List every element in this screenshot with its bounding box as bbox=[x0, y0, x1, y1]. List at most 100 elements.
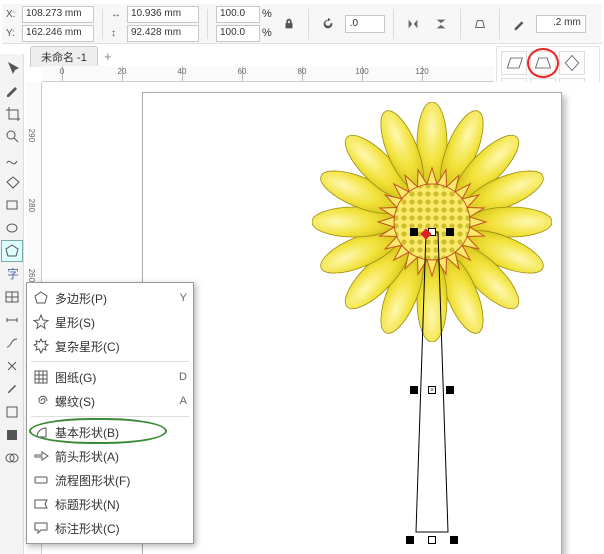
height-icon: ↕ bbox=[111, 28, 125, 39]
tool-shape-edit-1[interactable] bbox=[1, 79, 23, 101]
tool-zoom-3[interactable] bbox=[1, 125, 23, 147]
handle-mr[interactable] bbox=[446, 386, 454, 394]
handle-tl[interactable] bbox=[410, 228, 418, 236]
y-label: Y: bbox=[6, 28, 20, 39]
tool-outline-15[interactable] bbox=[1, 401, 23, 423]
tool-freehand-4[interactable] bbox=[1, 148, 23, 170]
outline-pen-icon[interactable] bbox=[508, 13, 530, 35]
menu-cstar[interactable]: 复杂星形(C) bbox=[27, 334, 193, 358]
handle-center[interactable]: × bbox=[428, 386, 436, 394]
menu-grid[interactable]: 图纸(G)D bbox=[27, 365, 193, 389]
mirror-v-button[interactable] bbox=[430, 13, 452, 35]
width-field[interactable]: 10.936 mm bbox=[127, 6, 199, 23]
tool-fill-16[interactable] bbox=[1, 424, 23, 446]
menu-label: 流程图形状(F) bbox=[55, 472, 165, 489]
handle-tr[interactable] bbox=[446, 228, 454, 236]
menu-label: 标题形状(N) bbox=[55, 496, 165, 513]
star-icon bbox=[33, 314, 49, 330]
shape-diamond[interactable] bbox=[559, 51, 585, 75]
y-field[interactable]: 162.246 mm bbox=[22, 25, 94, 42]
x-field[interactable]: 108.273 mm bbox=[22, 6, 94, 23]
height-field[interactable]: 92.428 mm bbox=[127, 25, 199, 42]
rotate-icon bbox=[317, 13, 339, 35]
outline-width-field[interactable]: .2 mm bbox=[536, 15, 586, 33]
width-icon: ↔ bbox=[111, 9, 125, 20]
h-tick: 40 bbox=[178, 67, 187, 76]
basic-icon bbox=[33, 424, 49, 440]
h-tick: 80 bbox=[298, 67, 307, 76]
menu-star[interactable]: 星形(S) bbox=[27, 310, 193, 334]
tool-smart-fill-5[interactable] bbox=[1, 171, 23, 193]
tool-polygon-8[interactable] bbox=[1, 240, 23, 262]
tool-pick-0[interactable] bbox=[1, 56, 23, 78]
tab-add-button[interactable]: + bbox=[100, 48, 116, 64]
cstar-icon bbox=[33, 338, 49, 354]
h-tick: 20 bbox=[118, 67, 127, 76]
menu-basic[interactable]: 基本形状(B) bbox=[27, 420, 193, 444]
v-tick: 290 bbox=[27, 129, 36, 142]
menu-poly[interactable]: 多边形(P) Y bbox=[27, 286, 193, 310]
menu-label: 复杂星形(C) bbox=[55, 338, 165, 355]
spiral-icon bbox=[33, 393, 49, 409]
menu-shortcut: Y bbox=[171, 292, 187, 304]
tool-effects-13[interactable] bbox=[1, 355, 23, 377]
menu-label: 星形(S) bbox=[55, 314, 165, 331]
rotation-field[interactable]: .0 bbox=[345, 15, 385, 33]
arrow-icon bbox=[33, 448, 49, 464]
tool-eyedropper-14[interactable] bbox=[1, 378, 23, 400]
callout-icon bbox=[33, 520, 49, 536]
menu-arrow[interactable]: 箭头形状(A) bbox=[27, 444, 193, 468]
menu-spiral[interactable]: 螺纹(S) A bbox=[27, 389, 193, 413]
handle-bm[interactable] bbox=[428, 536, 436, 544]
shape-trapezoid[interactable] bbox=[530, 51, 556, 75]
pct-sign: % bbox=[262, 8, 272, 20]
handle-ml[interactable] bbox=[410, 386, 418, 394]
scale-y-field[interactable]: 100.0 bbox=[216, 25, 260, 42]
menu-label: 标注形状(C) bbox=[55, 520, 165, 537]
banner-icon bbox=[33, 496, 49, 512]
menu-label: 螺纹(S) bbox=[55, 393, 165, 410]
shapes-flyout-menu: 多边形(P) Y 星形(S) 复杂星形(C) 图纸(G)D 螺纹(S) A 基本形状(B) 箭头… bbox=[26, 282, 194, 544]
h-tick: 60 bbox=[238, 67, 247, 76]
tool-sep-19[interactable] bbox=[1, 493, 23, 515]
menu-label: 箭头形状(A) bbox=[55, 448, 165, 465]
menu-banner[interactable]: 标题形状(N) bbox=[27, 492, 193, 516]
position-block: X: 108.273 mm Y: 162.246 mm bbox=[6, 6, 94, 42]
menu-shortcut: A bbox=[171, 395, 187, 407]
menu-separator bbox=[31, 416, 189, 417]
poly-icon bbox=[33, 290, 49, 306]
menu-label: 图纸(G) bbox=[55, 369, 165, 386]
x-label: X: bbox=[6, 9, 20, 20]
tool-rect-6[interactable] bbox=[1, 194, 23, 216]
lock-ratio-button[interactable] bbox=[278, 13, 300, 35]
svg-text:字: 字 bbox=[7, 266, 19, 281]
menu-separator bbox=[31, 361, 189, 362]
handle-bl[interactable] bbox=[406, 536, 414, 544]
tool-blend-17[interactable] bbox=[1, 447, 23, 469]
scale-x-field[interactable]: 100.0 bbox=[216, 6, 260, 23]
document-tabs: 未命名 -1 + bbox=[30, 46, 116, 66]
tab-doc-1[interactable]: 未命名 -1 bbox=[30, 46, 98, 67]
mirror-h-button[interactable] bbox=[402, 13, 424, 35]
h-tick: 100 bbox=[355, 67, 368, 76]
trapezoid-a-icon[interactable] bbox=[469, 13, 491, 35]
tool-connector-12[interactable] bbox=[1, 332, 23, 354]
flow-icon bbox=[33, 472, 49, 488]
v-tick: 280 bbox=[27, 199, 36, 212]
tool-dimension-11[interactable] bbox=[1, 309, 23, 331]
handle-br[interactable] bbox=[450, 536, 458, 544]
toolbox: 字 bbox=[0, 54, 24, 554]
menu-flow[interactable]: 流程图形状(F) bbox=[27, 468, 193, 492]
scale-block: 100.0 % 100.0 % bbox=[216, 6, 272, 42]
tool-table-10[interactable] bbox=[1, 286, 23, 308]
menu-callout[interactable]: 标注形状(C) bbox=[27, 516, 193, 540]
shape-trapezoid-left[interactable] bbox=[501, 51, 527, 75]
tool-ellipse-7[interactable] bbox=[1, 217, 23, 239]
tool-crop-2[interactable] bbox=[1, 102, 23, 124]
menu-label: 基本形状(B) bbox=[55, 424, 165, 441]
menu-label: 多边形(P) bbox=[55, 290, 165, 307]
tool-text-9[interactable]: 字 bbox=[1, 263, 23, 285]
h-tick: 0 bbox=[60, 67, 64, 76]
tool-sep-18[interactable] bbox=[1, 470, 23, 492]
pct-sign: % bbox=[262, 27, 272, 39]
